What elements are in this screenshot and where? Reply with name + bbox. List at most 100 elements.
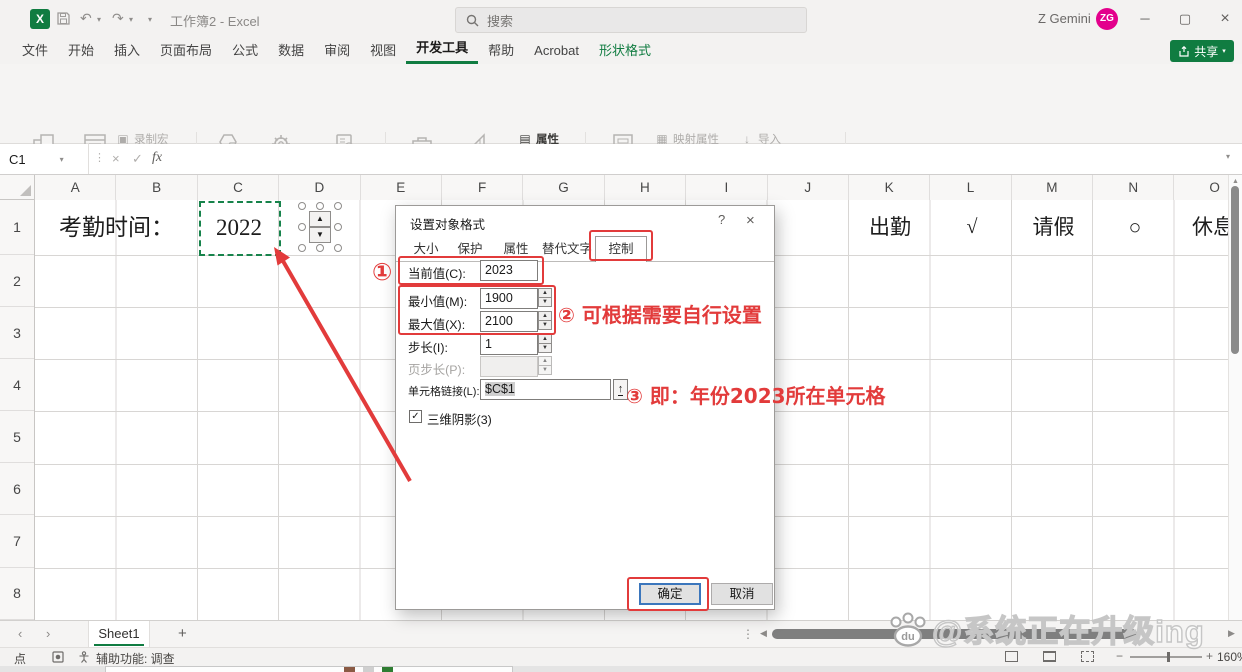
- cell-link-input[interactable]: $C$1: [480, 379, 611, 400]
- save-icon[interactable]: [56, 11, 71, 26]
- zoom-slider-handle[interactable]: [1167, 652, 1170, 662]
- view-page-break-icon[interactable]: [1081, 651, 1120, 665]
- dialog-close-icon[interactable]: ×: [746, 212, 755, 229]
- maximize-button[interactable]: ▢: [1170, 11, 1200, 27]
- selection-handle[interactable]: [316, 244, 324, 252]
- column-header-b[interactable]: B: [116, 175, 197, 200]
- row-header-7[interactable]: 7: [0, 515, 34, 567]
- qat-customize-icon[interactable]: ▾: [148, 15, 152, 24]
- tab-page-layout[interactable]: 页面布局: [150, 40, 222, 64]
- column-header-c[interactable]: C: [198, 175, 279, 200]
- column-header-m[interactable]: M: [1012, 175, 1093, 200]
- column-header-f[interactable]: F: [442, 175, 523, 200]
- view-normal-icon[interactable]: [1005, 651, 1044, 665]
- selection-handle[interactable]: [298, 202, 306, 210]
- view-page-layout-icon[interactable]: [1043, 651, 1082, 665]
- column-header-n[interactable]: N: [1093, 175, 1174, 200]
- cell-a1[interactable]: 考勤时间：: [35, 200, 198, 255]
- spinner-down-icon[interactable]: ▼: [538, 343, 552, 353]
- row-header-2[interactable]: 2: [0, 255, 34, 307]
- column-header-e[interactable]: E: [361, 175, 442, 200]
- shadow-checkbox[interactable]: ✓: [409, 410, 422, 423]
- row-header-4[interactable]: 4: [0, 359, 34, 411]
- tab-review[interactable]: 审阅: [314, 40, 360, 64]
- column-header-i[interactable]: I: [686, 175, 767, 200]
- column-header-k[interactable]: K: [849, 175, 930, 200]
- search-box[interactable]: 搜索: [455, 7, 807, 33]
- cell-l1[interactable]: √: [931, 200, 1013, 255]
- hscroll-left-icon[interactable]: ◀: [760, 628, 767, 639]
- step-spinner[interactable]: ▲ ▼: [538, 334, 552, 355]
- formula-enter-icon[interactable]: ✓: [132, 151, 143, 167]
- zoom-out-icon[interactable]: −: [1116, 649, 1123, 663]
- name-box-caret-icon[interactable]: ▾: [60, 155, 64, 164]
- tab-data[interactable]: 数据: [268, 40, 314, 64]
- zoom-slider-track[interactable]: [1130, 656, 1202, 658]
- insert-function-icon[interactable]: fx: [152, 150, 162, 166]
- tab-developer[interactable]: 开发工具: [406, 37, 478, 64]
- sheet-next-icon[interactable]: ›: [46, 626, 50, 641]
- column-header-l[interactable]: L: [930, 175, 1011, 200]
- name-box[interactable]: C1 ▾: [0, 144, 89, 174]
- spin-up-button[interactable]: ▲: [309, 211, 331, 227]
- tab-formulas[interactable]: 公式: [222, 40, 268, 64]
- step-input[interactable]: 1: [480, 334, 538, 355]
- cell-m1[interactable]: 请假: [1013, 200, 1094, 255]
- selection-handle[interactable]: [298, 244, 306, 252]
- dialog-help-icon[interactable]: ?: [718, 212, 725, 227]
- cell-n1[interactable]: ○: [1094, 200, 1176, 255]
- sheet-prev-icon[interactable]: ‹: [18, 626, 22, 641]
- sheet-tab-sheet1[interactable]: Sheet1: [88, 621, 150, 647]
- row-header-8[interactable]: 8: [0, 568, 34, 620]
- formula-cancel-icon[interactable]: ×: [112, 151, 120, 166]
- accessibility-status[interactable]: 辅助功能: 调查: [96, 650, 175, 667]
- vertical-scroll-thumb[interactable]: [1231, 186, 1239, 354]
- redo-icon[interactable]: ↷: [112, 10, 124, 27]
- undo-caret-icon[interactable]: ▾: [97, 15, 101, 24]
- formula-bar-expand-icon[interactable]: ▾: [1226, 152, 1230, 161]
- selection-handle[interactable]: [334, 202, 342, 210]
- column-header-g[interactable]: G: [523, 175, 604, 200]
- tab-shape-format[interactable]: 形状格式: [589, 40, 661, 64]
- dialog-tab-alt-text[interactable]: 替代文字: [540, 238, 594, 261]
- splitter-handle-icon[interactable]: ⋮: [742, 627, 754, 641]
- column-header-j[interactable]: J: [768, 175, 849, 200]
- user-name[interactable]: Z Gemini: [1038, 11, 1091, 26]
- selection-handle[interactable]: [316, 202, 324, 210]
- macro-record-icon[interactable]: [52, 651, 64, 663]
- zoom-level[interactable]: 160%: [1217, 650, 1242, 664]
- tab-file[interactable]: 文件: [12, 40, 58, 64]
- column-header-d[interactable]: D: [279, 175, 360, 200]
- accessibility-icon[interactable]: [78, 651, 90, 663]
- selection-handle[interactable]: [334, 223, 342, 231]
- cell-k1[interactable]: 出勤: [849, 200, 931, 255]
- cell-o1[interactable]: 休息: [1192, 200, 1228, 255]
- column-header-a[interactable]: A: [35, 175, 116, 200]
- tab-home[interactable]: 开始: [58, 40, 104, 64]
- hscroll-right-icon[interactable]: ▶: [1228, 628, 1235, 639]
- redo-caret-icon[interactable]: ▾: [129, 15, 133, 24]
- user-avatar[interactable]: ZG: [1096, 8, 1118, 30]
- select-all-corner[interactable]: [0, 175, 35, 200]
- selection-handle[interactable]: [334, 244, 342, 252]
- row-header-5[interactable]: 5: [0, 411, 34, 463]
- tab-insert[interactable]: 插入: [104, 40, 150, 64]
- spin-down-button[interactable]: ▼: [309, 227, 331, 243]
- row-header-1[interactable]: 1: [0, 200, 34, 255]
- cancel-button[interactable]: 取消: [711, 583, 773, 605]
- undo-icon[interactable]: ↶: [80, 10, 92, 27]
- column-header-o[interactable]: O: [1174, 175, 1228, 200]
- share-button[interactable]: 共享 ▾: [1170, 40, 1234, 62]
- tab-acrobat[interactable]: Acrobat: [524, 40, 589, 64]
- horizontal-scroll-thumb[interactable]: [772, 629, 1137, 639]
- excel-app-icon[interactable]: X: [30, 9, 50, 29]
- row-header-3[interactable]: 3: [0, 307, 34, 359]
- zoom-in-icon[interactable]: +: [1206, 649, 1213, 663]
- column-header-h[interactable]: H: [605, 175, 686, 200]
- formula-input[interactable]: [176, 144, 1216, 174]
- tab-help[interactable]: 帮助: [478, 40, 524, 64]
- minimize-button[interactable]: ─: [1130, 11, 1160, 26]
- tab-view[interactable]: 视图: [360, 40, 406, 64]
- close-button[interactable]: ×: [1210, 10, 1240, 28]
- row-header-6[interactable]: 6: [0, 463, 34, 515]
